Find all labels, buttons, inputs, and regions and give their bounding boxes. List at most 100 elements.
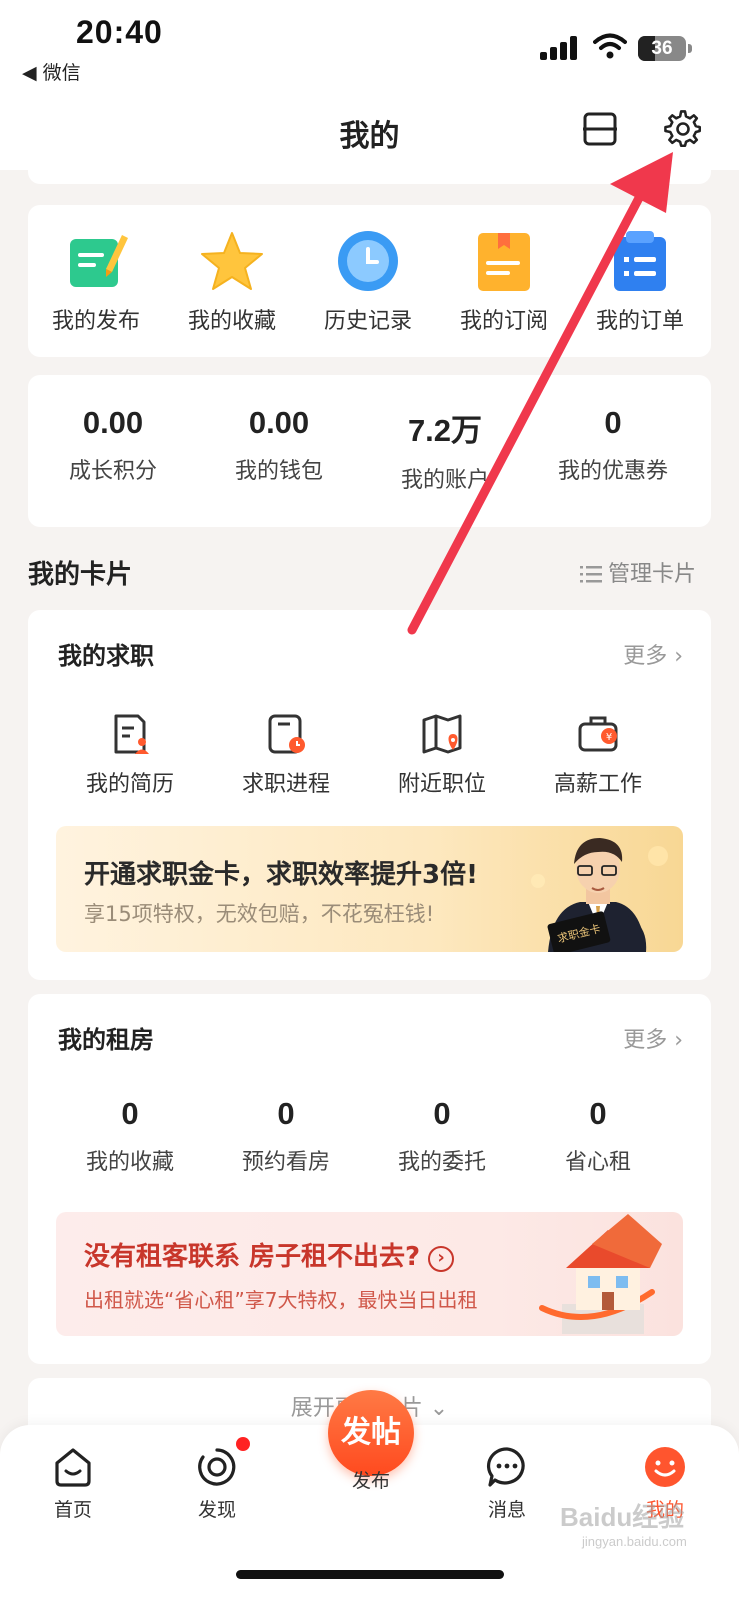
- quick-links-card: 我的发布 我的收藏 历史记录 我的订阅 我的订单: [28, 205, 711, 357]
- stat-value: 7.2万: [407, 413, 483, 448]
- rent-more-link[interactable]: 更多 ›: [623, 1022, 683, 1054]
- watermark-brand: Baidu经验: [560, 1502, 685, 1532]
- job-item-progress[interactable]: 求职进程: [206, 712, 366, 798]
- stat-value: 0.00: [248, 405, 310, 440]
- rent-promo-title-text: 没有租客联系 房子租不出去?: [84, 1242, 421, 1272]
- tab-home[interactable]: 首页: [18, 1445, 128, 1522]
- rent-stat-value: 0: [433, 1096, 451, 1131]
- battery-tip: [688, 44, 692, 53]
- card-peek-edge: [28, 168, 711, 184]
- home-indicator: [236, 1570, 504, 1579]
- job-item-nearby[interactable]: 附近职位: [362, 712, 522, 798]
- home-icon: [55, 1448, 91, 1487]
- rent-stat-value: 0: [277, 1096, 295, 1131]
- stat-value: 0.00: [82, 405, 144, 440]
- stat-label: 我的账户: [400, 468, 489, 493]
- job-item-high-salary[interactable]: ¥ 高薪工作: [518, 712, 678, 798]
- star-icon: [201, 232, 263, 290]
- baidu-jingyan-watermark: Baidu经验 jingyan.baidu.com: [560, 1497, 687, 1549]
- rent-stat-value: 0: [121, 1096, 139, 1131]
- manage-cards-button[interactable]: 管理卡片: [580, 556, 696, 588]
- account-stats-card: 0.00 成长积分 0.00 我的钱包 7.2万 我的账户 0 我的优惠券: [28, 375, 711, 527]
- subscription-icon: [478, 233, 530, 291]
- stat-label: 成长积分: [68, 459, 157, 484]
- rent-promo-title: 没有租客联系 房子租不出去? ›: [84, 1236, 455, 1273]
- job-item-label: 高薪工作: [553, 772, 642, 797]
- status-time: 20:40: [76, 14, 163, 50]
- job-item-label: 求职进程: [241, 772, 330, 797]
- arrow-circle-icon: ›: [428, 1246, 455, 1272]
- job-progress-icon: [268, 714, 305, 754]
- svg-text:¥: ¥: [606, 732, 612, 743]
- rent-stat-easy-rent[interactable]: 0 省心租: [518, 1096, 678, 1176]
- stat-account[interactable]: 7.2万 我的账户: [360, 405, 530, 494]
- clock-icon: [338, 231, 398, 291]
- gold-promo-title: 开通求职金卡，求职效率提升3倍!: [84, 860, 478, 890]
- status-bar: 20:40 ◀ 微信 36: [0, 0, 739, 95]
- rent-stat-label: 省心租: [564, 1150, 631, 1175]
- quick-link-label: 我的收藏: [187, 309, 276, 334]
- tab-label: 首页: [53, 1499, 92, 1521]
- stat-coupons[interactable]: 0 我的优惠券: [528, 405, 698, 485]
- page-header: 我的: [0, 95, 739, 170]
- quick-link-label: 历史记录: [323, 309, 412, 334]
- tab-post-label: 发布: [351, 1470, 390, 1492]
- job-more-link[interactable]: 更多 ›: [623, 638, 683, 670]
- map-pin-icon: [422, 714, 462, 754]
- battery-icon: 36: [638, 36, 686, 61]
- back-to-wechat-link[interactable]: ◀ 微信: [22, 58, 81, 85]
- quick-link-label: 我的发布: [51, 309, 140, 334]
- job-search-card: 我的求职 更多 › 我的简历 求职进程 附近职位 ¥ 高薪工作 开通求职金卡，求…: [28, 610, 711, 980]
- manage-cards-label: 管理卡片: [608, 562, 697, 587]
- briefcase-icon: ¥: [578, 716, 618, 752]
- rent-stat-label: 我的委托: [397, 1150, 486, 1175]
- discover-icon: [198, 1448, 236, 1486]
- post-note-icon: [70, 235, 128, 287]
- stat-value: 0: [604, 405, 622, 440]
- page-title: 我的: [339, 119, 400, 154]
- rent-stat-viewings[interactable]: 0 预约看房: [206, 1096, 366, 1176]
- wifi-icon: [593, 33, 627, 59]
- gear-icon[interactable]: [664, 110, 702, 148]
- signal-icon: [540, 36, 580, 60]
- profile-icon: [645, 1447, 685, 1487]
- tab-discover[interactable]: 发现: [162, 1445, 272, 1522]
- stat-growth-points[interactable]: 0.00 成长积分: [28, 405, 198, 485]
- tab-messages[interactable]: 消息: [452, 1445, 562, 1522]
- rent-stat-favorites[interactable]: 0 我的收藏: [50, 1096, 210, 1176]
- rent-stat-value: 0: [589, 1096, 607, 1131]
- list-icon: [580, 566, 602, 583]
- rent-stat-label: 我的收藏: [85, 1150, 174, 1175]
- post-button[interactable]: 发帖: [328, 1390, 414, 1476]
- job-card-title: 我的求职: [58, 642, 154, 670]
- job-item-label: 附近职位: [397, 772, 486, 797]
- businessman-illustration: 求职金卡: [531, 838, 668, 952]
- quick-link-history[interactable]: 历史记录: [300, 227, 436, 335]
- watermark-url: jingyan.baidu.com: [582, 1534, 687, 1549]
- job-item-label: 我的简历: [85, 772, 174, 797]
- quick-link-my-posts[interactable]: 我的发布: [28, 227, 164, 335]
- order-icon: [614, 231, 666, 291]
- message-icon: [487, 1447, 525, 1487]
- house-illustration: [539, 1214, 662, 1334]
- stat-label: 我的钱包: [234, 459, 323, 484]
- notification-dot: [236, 1437, 250, 1451]
- quick-link-favorites[interactable]: 我的收藏: [164, 227, 300, 335]
- rent-stat-entrusted[interactable]: 0 我的委托: [362, 1096, 522, 1176]
- stat-label: 我的优惠券: [557, 459, 668, 484]
- quick-link-orders[interactable]: 我的订单: [572, 227, 708, 335]
- section-title-my-cards: 我的卡片: [28, 560, 133, 590]
- quick-link-label: 我的订单: [595, 309, 684, 334]
- job-item-resume[interactable]: 我的简历: [50, 712, 210, 798]
- rent-promo-banner[interactable]: 没有租客联系 房子租不出去? › 出租就选“省心租”享7大特权，最快当日出租: [56, 1212, 683, 1336]
- resume-icon: [114, 714, 149, 754]
- quick-link-label: 我的订阅: [459, 309, 548, 334]
- rent-promo-subtitle: 出租就选“省心租”享7大特权，最快当日出租: [84, 1288, 478, 1312]
- tab-label: 消息: [487, 1499, 526, 1521]
- quick-link-subscriptions[interactable]: 我的订阅: [436, 227, 572, 335]
- stat-wallet[interactable]: 0.00 我的钱包: [194, 405, 364, 485]
- scan-icon[interactable]: [582, 111, 618, 147]
- gold-promo-subtitle: 享15项特权，无效包赔，不花冤枉钱!: [84, 902, 435, 926]
- gold-card-promo-banner[interactable]: 开通求职金卡，求职效率提升3倍! 享15项特权，无效包赔，不花冤枉钱! 求职金卡: [56, 826, 683, 952]
- tab-label: 发现: [197, 1499, 236, 1521]
